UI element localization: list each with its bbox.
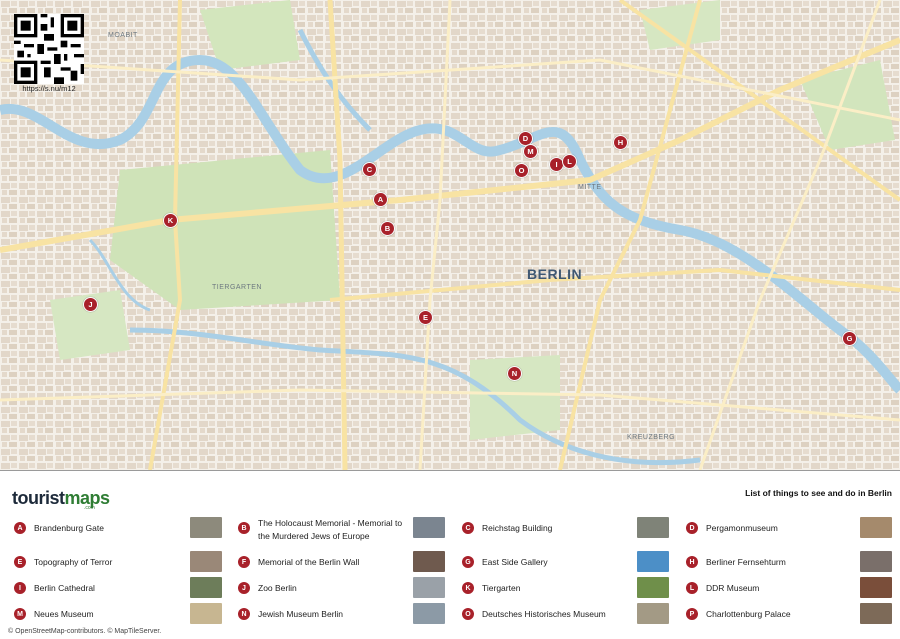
legend-item-label: Berlin Cathedral — [34, 583, 95, 593]
map-marker-g[interactable]: G — [842, 331, 857, 346]
legend-item-photo — [190, 551, 222, 572]
legend-badge: C — [462, 522, 474, 534]
legend-item-label: Berliner Fernsehturm — [706, 557, 786, 567]
legend-item-label: Zoo Berlin — [258, 583, 297, 593]
legend-item-photo — [860, 577, 892, 598]
legend-badge: E — [14, 556, 26, 568]
map-basemap — [0, 0, 900, 470]
map-marker-c[interactable]: C — [362, 162, 377, 177]
legend-item-g[interactable]: G East Side Gallery — [462, 551, 674, 575]
legend-item-label: The Holocaust Memorial - Memorial to the… — [258, 518, 403, 541]
legend-item-photo — [190, 603, 222, 624]
map-marker-k[interactable]: K — [163, 213, 178, 228]
legend-item-label: Jewish Museum Berlin — [258, 609, 344, 619]
legend-item-i[interactable]: I Berlin Cathedral — [14, 577, 226, 601]
legend-badge: H — [686, 556, 698, 568]
legend-panel: touristmaps .com List of things to see a… — [0, 471, 900, 639]
legend-item-d[interactable]: D Pergamonmuseum — [686, 517, 898, 541]
legend-item-h[interactable]: H Berliner Fernsehturm — [686, 551, 898, 575]
district-label-kreuzberg: KREUZBERG — [627, 434, 676, 441]
legend-item-label: Charlottenburg Palace — [706, 609, 791, 619]
legend-item-label: Brandenburg Gate — [34, 523, 104, 533]
map-marker-e[interactable]: E — [418, 310, 433, 325]
legend-item-photo — [413, 603, 445, 624]
city-label: BERLIN — [527, 266, 583, 282]
map-marker-m[interactable]: M — [523, 144, 538, 159]
qr-code[interactable] — [14, 14, 84, 84]
map-marker-l[interactable]: L — [562, 154, 577, 169]
legend-item-o[interactable]: O Deutsches Historisches Museum — [462, 603, 674, 627]
legend-item-label: Tiergarten — [482, 583, 521, 593]
legend-item-label: DDR Museum — [706, 583, 760, 593]
legend-item-n[interactable]: N Jewish Museum Berlin — [238, 603, 450, 627]
map-marker-h[interactable]: H — [613, 135, 628, 150]
legend-badge: I — [14, 582, 26, 594]
legend-badge: D — [686, 522, 698, 534]
map-marker-b[interactable]: B — [380, 221, 395, 236]
legend-item-photo — [637, 551, 669, 572]
district-label-mitte: MITTE — [578, 184, 602, 191]
legend-item-b[interactable]: B The Holocaust Memorial - Memorial to th… — [238, 517, 450, 541]
legend-item-label: Deutsches Historisches Museum — [482, 609, 606, 619]
legend-item-label: Memorial of the Berlin Wall — [258, 557, 360, 567]
logo-domain: .com — [84, 505, 95, 511]
legend-badge: K — [462, 582, 474, 594]
legend-title: List of things to see and do in Berlin — [745, 488, 892, 498]
legend-item-photo — [190, 577, 222, 598]
legend-item-label: East Side Gallery — [482, 557, 548, 567]
legend-badge: M — [14, 608, 26, 620]
legend-item-photo — [190, 517, 222, 538]
legend-item-label: Neues Museum — [34, 609, 94, 619]
touristmaps-logo[interactable]: touristmaps — [12, 488, 110, 509]
legend-item-l[interactable]: L DDR Museum — [686, 577, 898, 601]
legend-item-label: Reichstag Building — [482, 523, 553, 533]
logo-text-tourist: tourist — [12, 488, 65, 508]
legend-item-j[interactable]: J Zoo Berlin — [238, 577, 450, 601]
legend-badge: O — [462, 608, 474, 620]
district-label-moabit: MOABIT — [108, 32, 138, 39]
legend-item-photo — [413, 577, 445, 598]
legend-item-photo — [860, 603, 892, 624]
map-credit: © OpenStreetMap-contributors. © MapTileS… — [8, 628, 162, 635]
legend-item-k[interactable]: K Tiergarten — [462, 577, 674, 601]
legend-badge: A — [14, 522, 26, 534]
legend-badge: J — [238, 582, 250, 594]
legend-item-label: Pergamonmuseum — [706, 523, 778, 533]
map-marker-o[interactable]: O — [514, 163, 529, 178]
legend-badge: G — [462, 556, 474, 568]
legend-item-label: Topography of Terror — [34, 557, 113, 567]
qr-code-url[interactable]: https://s.nu/m12 — [14, 84, 84, 93]
legend-item-photo — [860, 517, 892, 538]
legend-item-f[interactable]: F Memorial of the Berlin Wall — [238, 551, 450, 575]
map[interactable]: https://s.nu/m12 MOABIT TIERGARTEN MITTE… — [0, 0, 900, 471]
map-marker-a[interactable]: A — [373, 192, 388, 207]
legend-item-photo — [860, 551, 892, 572]
legend-item-photo — [413, 517, 445, 538]
district-label-tiergarten: TIERGARTEN — [212, 284, 262, 291]
legend-item-a[interactable]: A Brandenburg Gate — [14, 517, 226, 541]
legend-badge: N — [238, 608, 250, 620]
legend-badge: F — [238, 556, 250, 568]
legend-item-e[interactable]: E Topography of Terror — [14, 551, 226, 575]
legend-item-m[interactable]: M Neues Museum — [14, 603, 226, 627]
legend-item-p[interactable]: P Charlottenburg Palace — [686, 603, 898, 627]
map-marker-j[interactable]: J — [83, 297, 98, 312]
legend-badge: P — [686, 608, 698, 620]
legend-item-photo — [637, 517, 669, 538]
legend-badge: B — [238, 522, 250, 534]
qr-code-graphic — [14, 14, 84, 84]
map-marker-n[interactable]: N — [507, 366, 522, 381]
legend-item-c[interactable]: C Reichstag Building — [462, 517, 674, 541]
legend-badge: L — [686, 582, 698, 594]
legend-item-photo — [413, 551, 445, 572]
legend-item-photo — [637, 603, 669, 624]
legend-item-photo — [637, 577, 669, 598]
